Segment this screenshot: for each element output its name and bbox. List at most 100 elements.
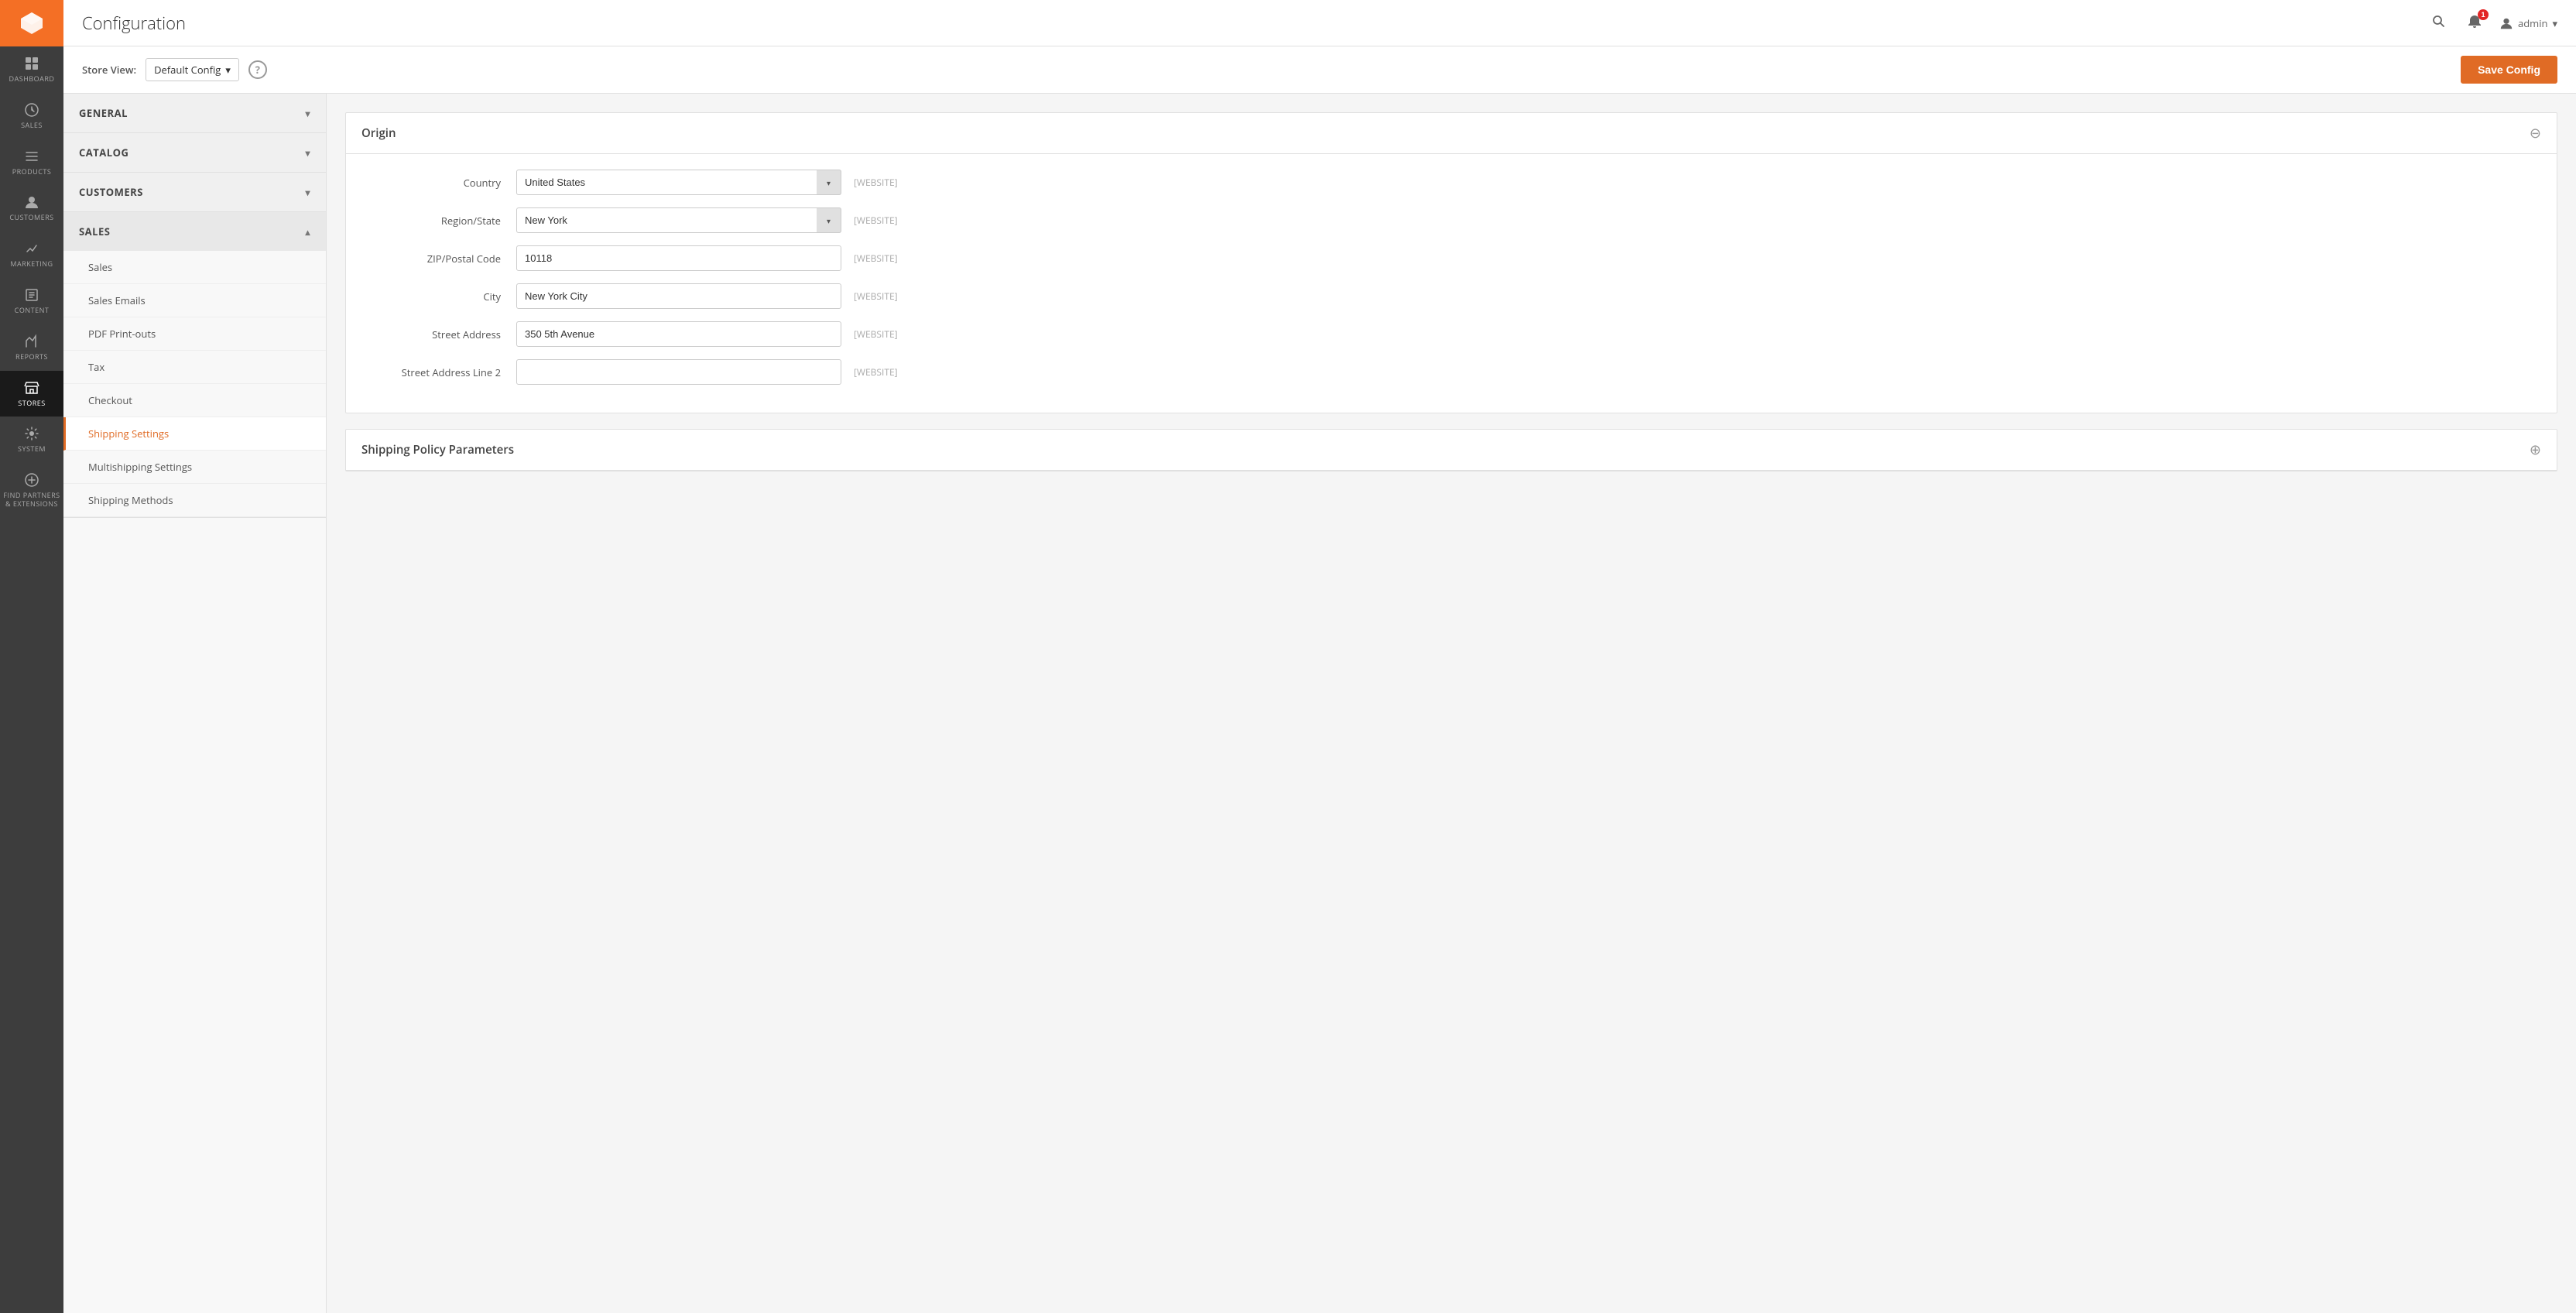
sidebar-item-stores[interactable]: Stores [0,371,63,417]
country-select-wrapper: United States ▾ [516,170,841,195]
store-view-chevron: ▾ [225,63,231,77]
sidebar-label-marketing: Marketing [10,260,53,269]
header-actions: 1 admin ▾ [2428,11,2557,35]
nav-item-tax[interactable]: Tax [63,351,326,384]
form-row-country: Country United States ▾ [WEBSITE] [361,170,2541,195]
sidebar-item-system[interactable]: System [0,417,63,463]
street-input[interactable] [516,321,841,347]
city-field [516,283,841,309]
zip-side-label: [WEBSITE] [854,252,916,265]
region-label: Region/State [361,214,516,228]
nav-item-multishipping-settings[interactable]: Multishipping Settings [63,451,326,484]
user-icon [2499,16,2513,30]
sidebar-item-reports[interactable]: Reports [0,324,63,371]
search-button[interactable] [2428,11,2450,35]
catalog-label: Catalog [79,146,128,159]
city-input[interactable] [516,283,841,309]
sidebar-label-stores: Stores [18,399,45,408]
store-view-value: Default Config [154,63,221,77]
sales-chevron: ▴ [305,225,310,238]
help-icon[interactable]: ? [248,60,267,79]
left-nav-panel: General ▾ Catalog ▾ Customers ▾ Sales [63,94,327,1313]
content-area: General ▾ Catalog ▾ Customers ▾ Sales [63,94,2576,1313]
customers-label: Customers [79,185,143,199]
store-view-select[interactable]: Default Config ▾ [146,58,239,81]
right-panel: Origin ⊖ Country United States ▾ [327,94,2576,1313]
region-side-label: [WEBSITE] [854,214,916,227]
street-field [516,321,841,347]
region-select[interactable]: New York [516,207,841,233]
region-select-wrapper: New York ▾ [516,207,841,233]
config-section-header-catalog[interactable]: Catalog ▾ [63,133,326,172]
app-logo[interactable] [0,0,63,46]
form-row-region: Region/State New York ▾ [WEBSITE] [361,207,2541,233]
sales-sub-items: Sales Sales Emails PDF Print-outs Tax Ch… [63,251,326,517]
config-section-customers: Customers ▾ [63,173,326,212]
street-line2-field [516,359,841,385]
sidebar-item-dashboard[interactable]: Dashboard [0,46,63,93]
city-label: City [361,290,516,303]
nav-item-shipping-settings[interactable]: Shipping Settings [63,417,326,451]
sidebar-label-system: System [18,445,46,454]
sidebar-label-sales: Sales [21,122,43,130]
origin-block-header[interactable]: Origin ⊖ [346,113,2557,154]
sidebar-item-marketing[interactable]: Marketing [0,231,63,278]
country-side-label: [WEBSITE] [854,176,916,189]
config-section-header-general[interactable]: General ▾ [63,94,326,132]
sidebar-label-customers: Customers [9,214,53,222]
shipping-policy-block-header[interactable]: Shipping Policy Parameters ⊕ [346,430,2557,471]
street-line2-input[interactable] [516,359,841,385]
form-row-street-line2: Street Address Line 2 [WEBSITE] [361,359,2541,385]
origin-title: Origin [361,125,396,141]
sidebar-item-sales[interactable]: Sales [0,93,63,139]
shipping-policy-title: Shipping Policy Parameters [361,442,514,458]
form-row-city: City [WEBSITE] [361,283,2541,309]
notifications-button[interactable]: 1 [2464,11,2485,35]
zip-label: ZIP/Postal Code [361,252,516,266]
general-label: General [79,106,128,120]
nav-item-pdf-print-outs[interactable]: PDF Print-outs [63,317,326,351]
config-section-header-sales[interactable]: Sales ▴ [63,212,326,251]
origin-block-body: Country United States ▾ [WEBSITE] [346,154,2557,413]
form-row-zip: ZIP/Postal Code [WEBSITE] [361,245,2541,271]
sidebar-item-products[interactable]: Products [0,139,63,186]
sidebar-item-customers[interactable]: Customers [0,185,63,231]
street-line2-side-label: [WEBSITE] [854,365,916,379]
nav-item-sales-emails[interactable]: Sales Emails [63,284,326,317]
store-view-row: Store View: Default Config ▾ ? [82,58,267,81]
notification-badge: 1 [2478,9,2489,20]
sidebar-label-find-partners: Find Partners & Extensions [3,492,60,509]
config-section-sales: Sales ▴ Sales Sales Emails PDF Print-out… [63,212,326,518]
nav-item-checkout[interactable]: Checkout [63,384,326,417]
zip-field [516,245,841,271]
admin-user-menu[interactable]: admin ▾ [2499,16,2557,30]
zip-input[interactable] [516,245,841,271]
street-line2-label: Street Address Line 2 [361,365,516,379]
store-view-label: Store View: [82,63,136,77]
country-select[interactable]: United States [516,170,841,195]
origin-block: Origin ⊖ Country United States ▾ [345,112,2557,413]
sidebar-item-content[interactable]: Content [0,278,63,324]
sidebar-label-content: Content [15,307,50,315]
country-field: United States ▾ [516,170,841,195]
nav-item-sales[interactable]: Sales [63,251,326,284]
admin-label: admin [2518,16,2547,30]
sales-label: Sales [79,225,110,238]
origin-collapse-icon: ⊖ [2530,124,2541,142]
form-row-street: Street Address [WEBSITE] [361,321,2541,347]
save-config-button[interactable]: Save Config [2461,56,2557,84]
admin-dropdown-arrow: ▾ [2552,16,2557,30]
street-side-label: [WEBSITE] [854,327,916,341]
page-title: Configuration [82,12,186,35]
nav-item-shipping-methods[interactable]: Shipping Methods [63,484,326,517]
sidebar-item-find-partners[interactable]: Find Partners & Extensions [0,463,63,518]
country-label: Country [361,176,516,190]
config-section-header-customers[interactable]: Customers ▾ [63,173,326,211]
search-icon [2431,14,2447,29]
main-area: Configuration 1 admin ▾ [63,0,2576,1313]
sidebar-label-products: Products [12,168,52,177]
config-section-catalog: Catalog ▾ [63,133,326,173]
help-label: ? [255,63,260,77]
page-header: Configuration 1 admin ▾ [63,0,2576,46]
sidebar-label-dashboard: Dashboard [9,75,55,84]
